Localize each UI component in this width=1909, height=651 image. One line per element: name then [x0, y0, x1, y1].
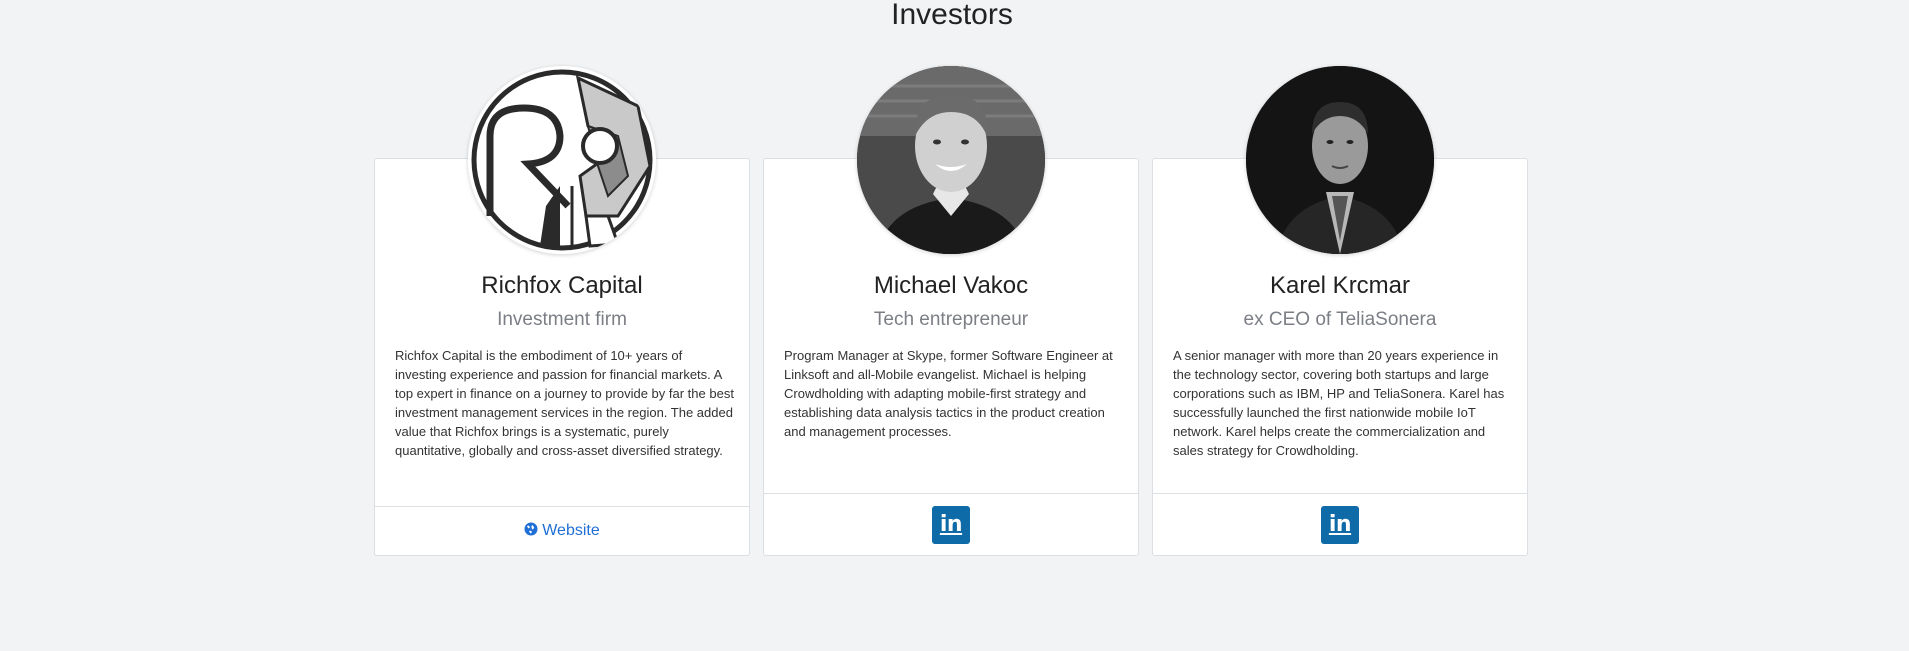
investor-photo	[857, 66, 1045, 254]
card-footer: in	[764, 493, 1138, 555]
investor-name: Karel Krcmar	[1269, 272, 1411, 299]
card-footer: Website	[375, 506, 749, 555]
investor-card-michael-vakoc: Michael Vakoc Tech entrepreneur Program …	[763, 66, 1139, 556]
investor-role: Investment firm	[497, 309, 627, 330]
page-title: Investors	[891, 0, 1013, 31]
investor-card-richfox: Richfox Capital Investment firm Richfox …	[374, 66, 750, 556]
investor-name: Richfox Capital	[481, 272, 643, 299]
investor-role: ex CEO of TeliaSonera	[1243, 309, 1437, 330]
linkedin-icon[interactable]: in	[932, 506, 970, 544]
globe-icon	[524, 522, 538, 536]
investor-card-karel-krcmar: Karel Krcmar ex CEO of TeliaSonera A sen…	[1152, 66, 1528, 556]
investor-cards: Richfox Capital Investment firm Richfox …	[374, 66, 1531, 558]
card-footer: in	[1153, 493, 1527, 555]
richfox-logo	[468, 66, 656, 254]
website-label: Website	[542, 522, 600, 539]
investor-description: Richfox Capital is the embodiment of 10+…	[395, 348, 734, 458]
investor-description: A senior manager with more than 20 years…	[1173, 348, 1505, 458]
linkedin-icon[interactable]: in	[1321, 506, 1359, 544]
investor-description: Program Manager at Skype, former Softwar…	[784, 348, 1113, 439]
website-link[interactable]: Website	[375, 521, 749, 541]
investor-photo	[1246, 66, 1434, 254]
investor-role: Tech entrepreneur	[873, 309, 1029, 330]
investor-name: Michael Vakoc	[873, 272, 1029, 299]
